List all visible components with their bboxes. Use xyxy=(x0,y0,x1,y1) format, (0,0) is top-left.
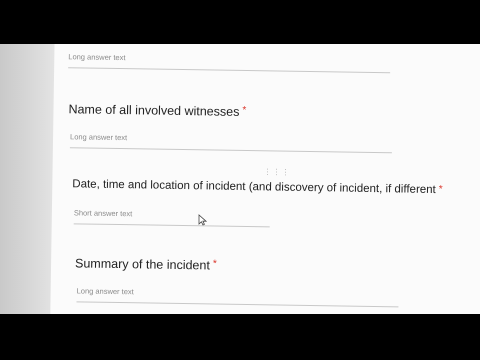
answer-placeholder: Long answer text xyxy=(76,286,134,297)
question-title-text: Summary of the incident xyxy=(74,256,210,273)
required-asterisk: * xyxy=(242,104,247,117)
answer-placeholder: Long answer text xyxy=(70,132,128,143)
answer-placeholder: Short answer text xyxy=(73,208,133,219)
question-title-text: Name of all involved witnesses xyxy=(68,102,240,119)
answer-placeholder: Long answer text xyxy=(68,52,126,63)
screen: Long answer text Name of all involved wi… xyxy=(0,44,480,314)
short-answer-field[interactable]: Short answer text xyxy=(73,208,270,228)
required-asterisk: * xyxy=(212,258,217,270)
drag-handle-icon[interactable]: ⋮⋮⋮ xyxy=(263,167,290,176)
required-asterisk: * xyxy=(438,184,443,196)
question-title[interactable]: Name of all involved witnesses * xyxy=(68,102,246,119)
mouse-pointer-icon xyxy=(198,214,207,226)
form: Long answer text Name of all involved wi… xyxy=(49,44,480,314)
question-title[interactable]: Summary of the incident * xyxy=(75,256,217,272)
